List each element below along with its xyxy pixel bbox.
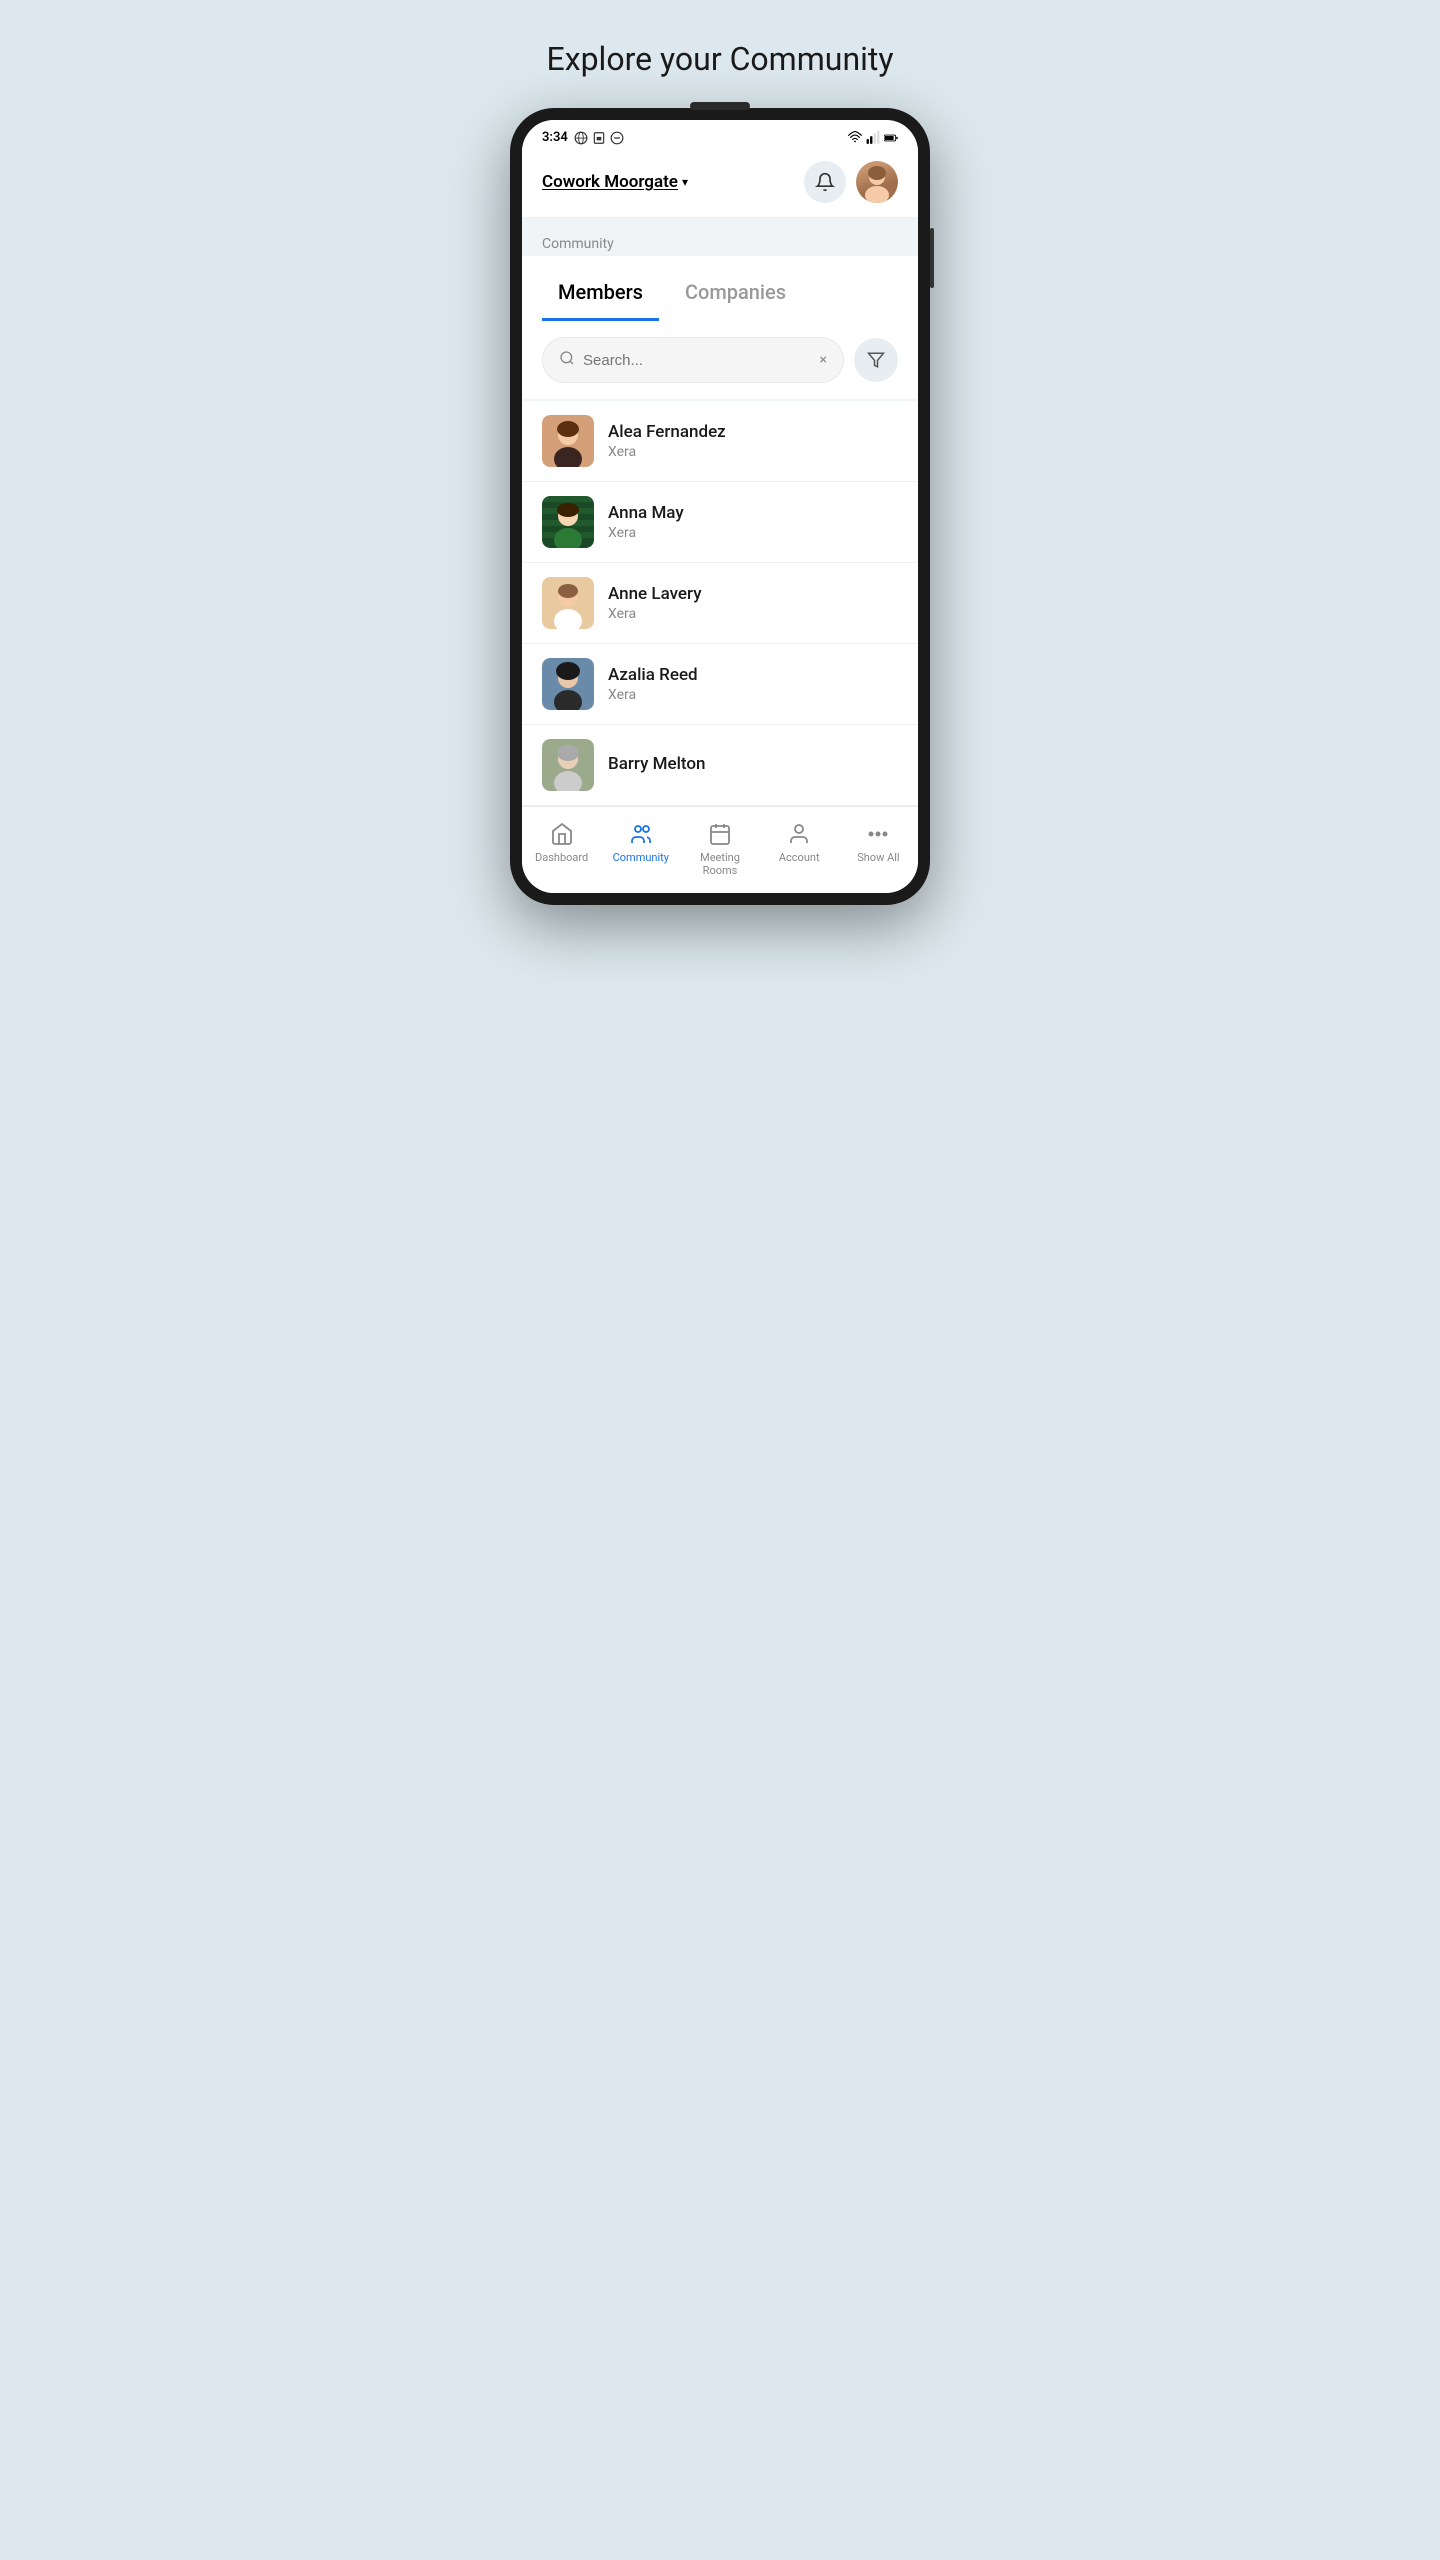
search-bar: × xyxy=(542,337,844,383)
member-name: Azalia Reed xyxy=(608,665,898,685)
meeting-rooms-icon xyxy=(707,821,733,847)
member-avatar xyxy=(542,658,594,710)
phone-shell: 3:34 xyxy=(510,108,930,905)
list-item[interactable]: Azalia Reed Xera xyxy=(522,644,918,725)
filter-icon xyxy=(867,351,885,369)
member-company: Xera xyxy=(608,606,898,622)
member-company: Xera xyxy=(608,687,898,703)
page-title: Explore your Community xyxy=(547,40,894,78)
tab-companies[interactable]: Companies xyxy=(669,272,802,321)
filter-button[interactable] xyxy=(854,338,898,382)
member-info: Alea Fernandez Xera xyxy=(608,422,898,460)
member-name: Anna May xyxy=(608,503,898,523)
nav-label-dashboard: Dashboard xyxy=(535,851,588,864)
member-list: Alea Fernandez Xera xyxy=(522,401,918,806)
member-avatar xyxy=(542,739,594,791)
list-item[interactable]: Anna May Xera xyxy=(522,482,918,563)
nav-item-community[interactable]: Community xyxy=(601,815,680,877)
tab-members[interactable]: Members xyxy=(542,272,659,321)
member-info: Anna May Xera xyxy=(608,503,898,541)
status-left-icons xyxy=(574,131,624,145)
anne-lavery-avatar xyxy=(542,577,594,629)
bottom-nav: Dashboard Community xyxy=(522,806,918,893)
member-company: Xera xyxy=(608,444,898,460)
nav-label-account: Account xyxy=(779,851,820,864)
member-name: Alea Fernandez xyxy=(608,422,898,442)
member-avatar xyxy=(542,577,594,629)
workspace-name[interactable]: Cowork Moorgate xyxy=(542,172,678,192)
nav-item-dashboard[interactable]: Dashboard xyxy=(522,815,601,877)
nav-item-meeting-rooms[interactable]: MeetingRooms xyxy=(680,815,759,877)
app-header: Cowork Moorgate ▾ xyxy=(522,151,918,218)
bell-icon xyxy=(815,172,835,192)
tabs-container: Members Companies xyxy=(522,256,918,321)
header-actions xyxy=(804,161,898,203)
nav-label-meeting-rooms: MeetingRooms xyxy=(700,851,740,877)
phone-inner: 3:34 xyxy=(522,120,918,893)
show-all-icon xyxy=(865,821,891,847)
list-item[interactable]: Barry Melton xyxy=(522,725,918,806)
profile-avatar[interactable] xyxy=(856,161,898,203)
status-time: 3:34 xyxy=(542,130,568,145)
section-label: Community xyxy=(522,218,918,252)
dnd-icon xyxy=(610,131,624,145)
chevron-down-icon[interactable]: ▾ xyxy=(682,175,688,189)
notification-button[interactable] xyxy=(804,161,846,203)
list-item[interactable]: Anne Lavery Xera xyxy=(522,563,918,644)
anna-may-avatar xyxy=(542,496,594,548)
member-company: Xera xyxy=(608,525,898,541)
dashboard-icon xyxy=(549,821,575,847)
member-avatar xyxy=(542,415,594,467)
member-name: Barry Melton xyxy=(608,754,898,774)
nav-item-account[interactable]: Account xyxy=(760,815,839,877)
member-info: Barry Melton xyxy=(608,754,898,776)
sim-icon xyxy=(592,131,606,145)
member-avatar xyxy=(542,496,594,548)
status-bar: 3:34 xyxy=(522,120,918,151)
list-item[interactable]: Alea Fernandez Xera xyxy=(522,401,918,482)
search-area: × xyxy=(522,321,918,399)
account-icon xyxy=(786,821,812,847)
workspace-selector[interactable]: Cowork Moorgate ▾ xyxy=(542,172,688,192)
alea-fernandez-avatar xyxy=(542,415,594,467)
nav-item-show-all[interactable]: Show All xyxy=(839,815,918,877)
status-icons xyxy=(848,131,898,145)
clear-search-button[interactable]: × xyxy=(820,352,827,368)
nav-label-show-all: Show All xyxy=(857,851,899,864)
wifi-icon xyxy=(848,131,862,145)
search-input[interactable] xyxy=(583,352,812,369)
signal-icon xyxy=(866,131,880,145)
azalia-reed-avatar xyxy=(542,658,594,710)
barry-melton-avatar xyxy=(542,739,594,791)
profile-avatar-img xyxy=(856,161,898,203)
search-icon xyxy=(559,350,575,370)
member-name: Anne Lavery xyxy=(608,584,898,604)
globe-icon xyxy=(574,131,588,145)
battery-icon xyxy=(884,131,898,145)
nav-label-community: Community xyxy=(613,851,669,864)
member-info: Anne Lavery Xera xyxy=(608,584,898,622)
community-nav-icon xyxy=(628,821,654,847)
member-info: Azalia Reed Xera xyxy=(608,665,898,703)
